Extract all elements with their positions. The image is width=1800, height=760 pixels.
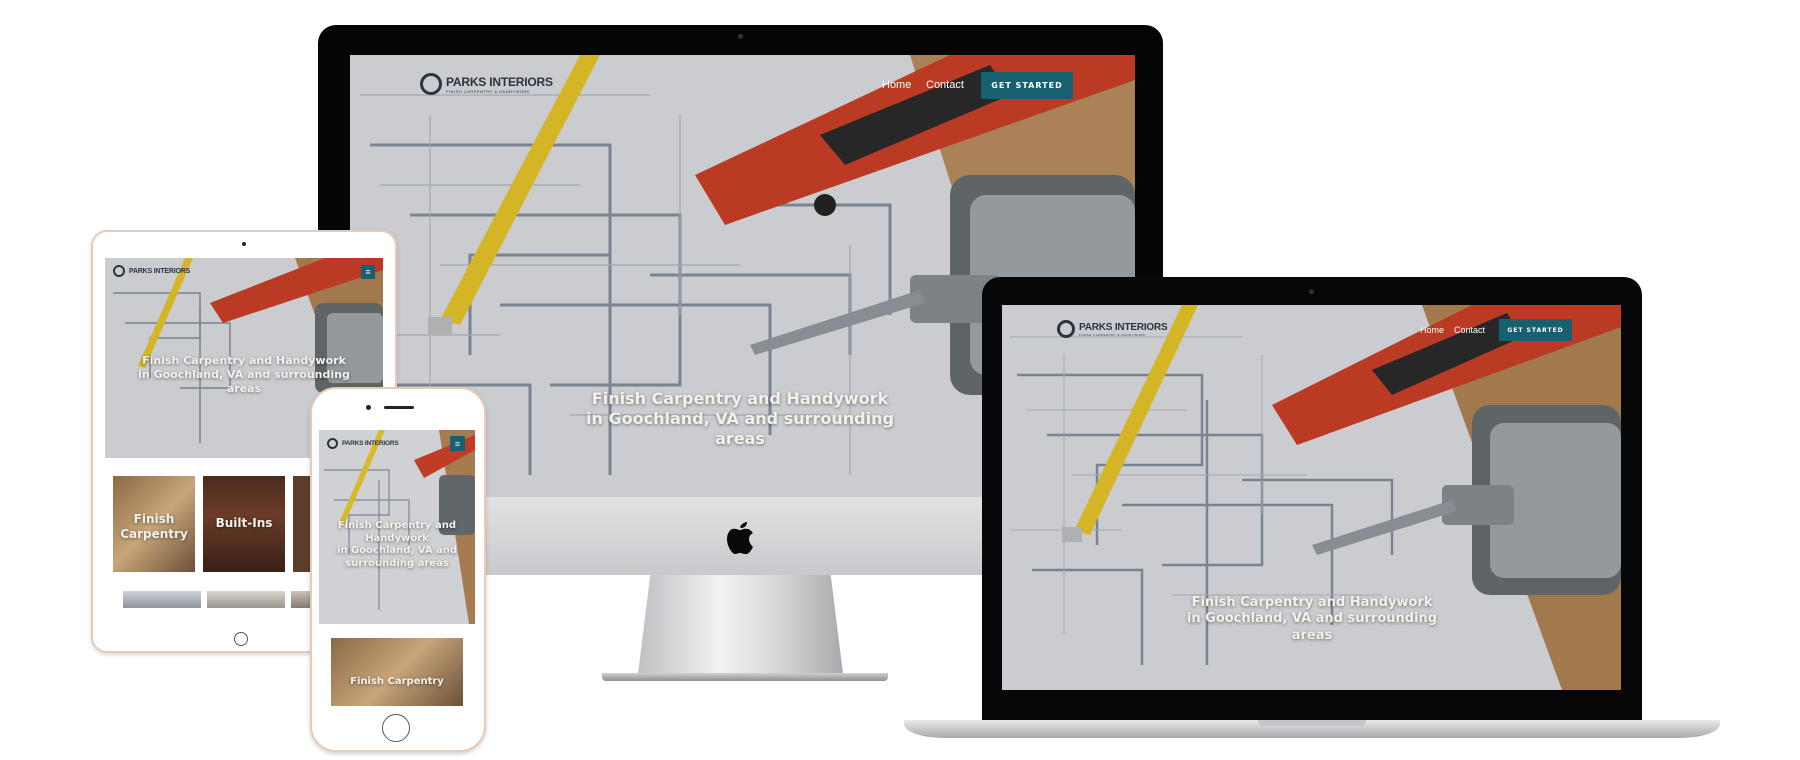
service-card-title: Built-Ins — [215, 516, 273, 530]
service-card-title: Finish Carpentry — [120, 512, 188, 541]
logo-mark-icon — [113, 265, 125, 277]
imac-site-logo[interactable]: PARKS INTERIORS FINISH CARPENTRY & HANDY… — [420, 73, 553, 95]
iphone-screen-hero: PARKS INTERIORS ≡ Finish Carpentry and H… — [319, 430, 475, 624]
hero-heading-line2: in Goochland, VA and surrounding areas — [586, 409, 894, 448]
macbook-notch — [1258, 720, 1366, 726]
logo-mark-icon — [327, 438, 338, 449]
service-card-finish-carpentry[interactable]: Finish Carpentry — [331, 638, 463, 706]
brand-name: PARKS INTERIORS — [1079, 321, 1168, 333]
hero-heading-line1: Finish Carpentry and — [337, 520, 457, 531]
ipad-site-logo[interactable]: PARKS INTERIORS — [113, 265, 190, 277]
brand-tagline: FINISH CARPENTRY & HANDYWORK — [1079, 332, 1146, 337]
brand-name: PARKS INTERIORS — [129, 267, 191, 275]
hero-heading-line4: surrounding areas — [345, 557, 449, 569]
get-started-button[interactable]: GET STARTED — [1499, 319, 1572, 341]
hamburger-menu-icon[interactable]: ≡ — [450, 436, 465, 451]
imac-stand — [638, 575, 843, 674]
nav-home-link[interactable]: Home — [882, 79, 911, 91]
ipad-camera — [242, 242, 246, 246]
iphone-speaker — [384, 406, 414, 409]
brand-name: PARKS INTERIORS — [342, 440, 399, 447]
hero-heading-line3: in Goochland, VA and — [336, 545, 458, 556]
iphone-site-logo[interactable]: PARKS INTERIORS — [327, 438, 399, 449]
service-thumb[interactable] — [207, 591, 285, 608]
hero-heading-line1: Finish Carpentry and Handywork — [591, 389, 889, 408]
imac-stand-foot — [602, 673, 888, 681]
hero-heading: Finish Carpentry and Handywork in Goochl… — [570, 389, 910, 449]
service-thumb[interactable] — [123, 591, 201, 608]
ipad-home-button[interactable] — [234, 632, 248, 646]
nav-contact-link[interactable]: Contact — [1454, 325, 1485, 335]
apple-logo-icon — [722, 515, 758, 555]
macbook-camera — [1309, 289, 1314, 294]
get-started-button[interactable]: GET STARTED — [981, 72, 1073, 99]
logo-mark-icon — [1057, 320, 1075, 338]
nav-contact-link[interactable]: Contact — [926, 79, 964, 91]
hero-heading-line2: in Goochland, VA and surrounding areas — [1186, 611, 1438, 643]
imac-camera — [738, 34, 743, 39]
brand-tagline: FINISH CARPENTRY & HANDYWORK — [446, 88, 531, 94]
iphone-services-section: Finish Carpentry — [319, 624, 475, 706]
iphone-camera — [366, 405, 371, 410]
service-card-built-ins[interactable]: Built-Ins — [203, 476, 285, 572]
hero-heading: Finish Carpentry and Handywork in Goochl… — [329, 520, 465, 570]
hero-heading: Finish Carpentry and Handywork in Goochl… — [1172, 595, 1452, 644]
macbook-screen-hero: PARKS INTERIORS FINISH CARPENTRY & HANDY… — [1002, 305, 1621, 690]
logo-mark-icon — [420, 73, 442, 95]
brand-name: PARKS INTERIORS — [446, 74, 553, 89]
service-card-finish-carpentry[interactable]: Finish Carpentry — [113, 476, 195, 572]
nav-home-link[interactable]: Home — [1420, 325, 1444, 335]
macbook-site-logo[interactable]: PARKS INTERIORS FINISH CARPENTRY & HANDY… — [1057, 320, 1168, 338]
hero-heading-line1: Finish Carpentry and Handywork — [1191, 595, 1433, 610]
hero-heading-line1: Finish Carpentry and Handywork — [142, 354, 346, 367]
service-card-title: Finish Carpentry — [350, 676, 444, 687]
hamburger-menu-icon[interactable]: ≡ — [361, 265, 375, 279]
hero-heading-line2: Handywork — [365, 532, 429, 544]
iphone-home-button[interactable] — [382, 714, 410, 742]
